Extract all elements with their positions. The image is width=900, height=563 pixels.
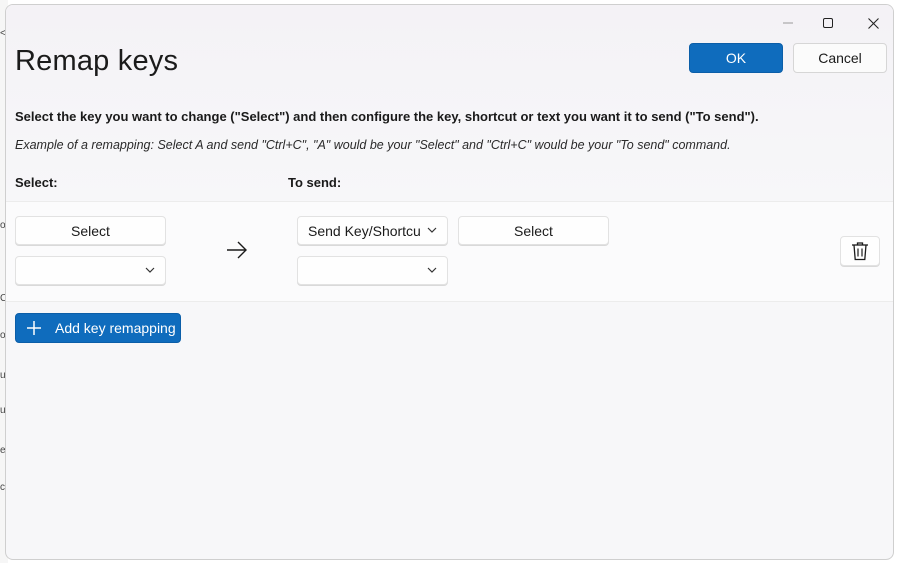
instruction-text: Select the key you want to change ("Sele… xyxy=(15,109,759,124)
trash-icon xyxy=(852,242,868,261)
send-key-dropdown[interactable] xyxy=(297,256,448,285)
arrow-right-icon xyxy=(227,241,247,259)
chevron-down-icon xyxy=(427,267,437,273)
send-type-value: Send Key/Shortcu xyxy=(308,222,421,239)
maximize-icon xyxy=(823,18,833,28)
page-title: Remap keys xyxy=(15,45,179,77)
minimize-button[interactable] xyxy=(766,9,810,37)
cancel-button[interactable]: Cancel xyxy=(793,43,887,73)
plus-icon xyxy=(27,321,41,335)
maximize-button[interactable] xyxy=(806,9,850,37)
delete-remapping-button[interactable] xyxy=(840,236,880,266)
add-key-remapping-label: Add key remapping xyxy=(55,320,176,336)
remapping-row: Select Send Key/Shortcu Select xyxy=(6,201,893,302)
close-button[interactable] xyxy=(851,9,893,37)
send-select-button[interactable]: Select xyxy=(458,216,609,245)
select-column-header: Select: xyxy=(15,175,58,190)
minimize-icon xyxy=(783,22,793,24)
send-type-dropdown[interactable]: Send Key/Shortcu xyxy=(297,216,448,245)
select-key-dropdown[interactable] xyxy=(15,256,166,285)
dialog-header-area xyxy=(6,5,893,200)
select-key-button[interactable]: Select xyxy=(15,216,166,245)
chevron-down-icon xyxy=(427,227,437,233)
ok-button[interactable]: OK xyxy=(689,43,783,73)
close-icon xyxy=(867,17,879,29)
example-text: Example of a remapping: Select A and sen… xyxy=(15,138,731,152)
add-key-remapping-button[interactable]: Add key remapping xyxy=(15,313,181,343)
to-send-column-header: To send: xyxy=(288,175,342,190)
remap-keys-dialog: Remap keys OK Cancel Select the key you … xyxy=(5,4,894,560)
chevron-down-icon xyxy=(145,267,155,273)
